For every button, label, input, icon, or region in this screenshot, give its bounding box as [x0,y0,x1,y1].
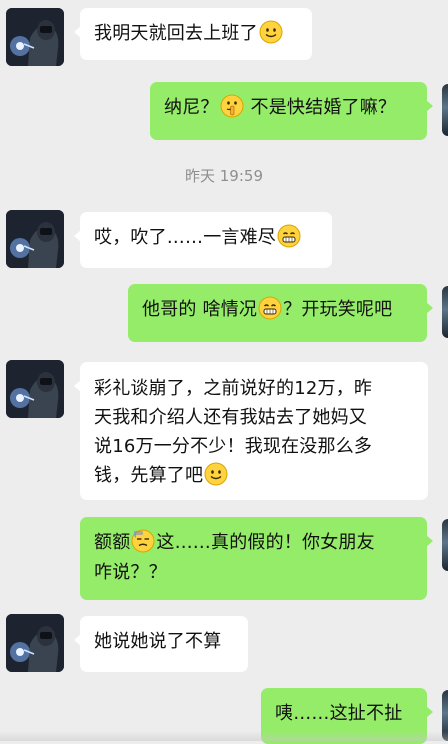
message-text-line: 天我和介绍人还有我姑去了她妈又 [94,407,367,428]
message-text-line: 额额 这……真的假的！你女朋友 [94,528,413,558]
message-bubble[interactable]: 他哥的 啥情况 ？开玩笑呢吧 [128,284,433,342]
message-bubble[interactable]: 哎，吹了……一言难尽 [74,212,332,268]
message-text: 这……真的假的！你女朋友 [156,532,375,553]
message-text: 她说她说了不算 [94,631,222,652]
user-avatar[interactable] [442,286,448,338]
sweat-emoji-icon [131,529,155,553]
message-bubble[interactable]: 彩礼谈崩了，之前说好的12万，昨 天我和介绍人还有我姑去了她妈又 说16万一分不… [74,362,428,500]
message-text: 额额 [94,532,131,553]
grin-emoji-icon [277,224,301,248]
user-avatar[interactable] [442,84,448,136]
message-text: ？开玩笑呢吧 [283,299,393,320]
message-text: 我明天就回去上班了 [94,23,258,44]
user-avatar[interactable] [442,519,448,571]
shush-emoji-icon [220,94,244,118]
message-text-line: 说16万一分不少！我现在没那么多 [94,436,373,457]
contact-avatar[interactable] [6,8,64,66]
contact-avatar[interactable] [6,360,64,418]
message-text: 哎，吹了……一言难尽 [94,227,276,248]
message-timestamp: 昨天 19:59 [185,167,263,185]
message-text: 不是快结婚了嘛？ [244,97,397,118]
message-text-line: 彩礼谈崩了，之前说好的12万，昨 [94,378,373,399]
message-text-line: 钱，先算了吧 [94,461,414,490]
message-text: 纳尼？ [164,97,219,118]
contact-avatar[interactable] [6,210,64,268]
message-text: 钱，先算了吧 [94,465,204,486]
message-bubble[interactable]: 她说她说了不算 [74,616,248,672]
grin-emoji-icon [258,296,282,320]
contact-avatar[interactable] [6,614,64,672]
message-bubble[interactable]: 纳尼？ 不是快结婚了嘛？ [150,82,433,140]
message-text-line: 咋说？？ [94,562,167,583]
smile-emoji-icon [259,20,283,44]
message-bubble[interactable]: 我明天就回去上班了 [74,8,312,60]
message-text: 他哥的 啥情况 [142,299,258,320]
message-text: 咦……这扯不扯 [275,703,403,724]
bottom-edge-shadow [0,731,448,741]
smile-emoji-icon [204,462,228,486]
chat-history[interactable]: 我明天就回去上班了 纳尼？ 不是快结婚了嘛？ 昨天 19:59 哎，吹了……一言… [0,0,448,744]
message-bubble[interactable]: 额额 这……真的假的！你女朋友 咋说？？ [80,517,433,600]
